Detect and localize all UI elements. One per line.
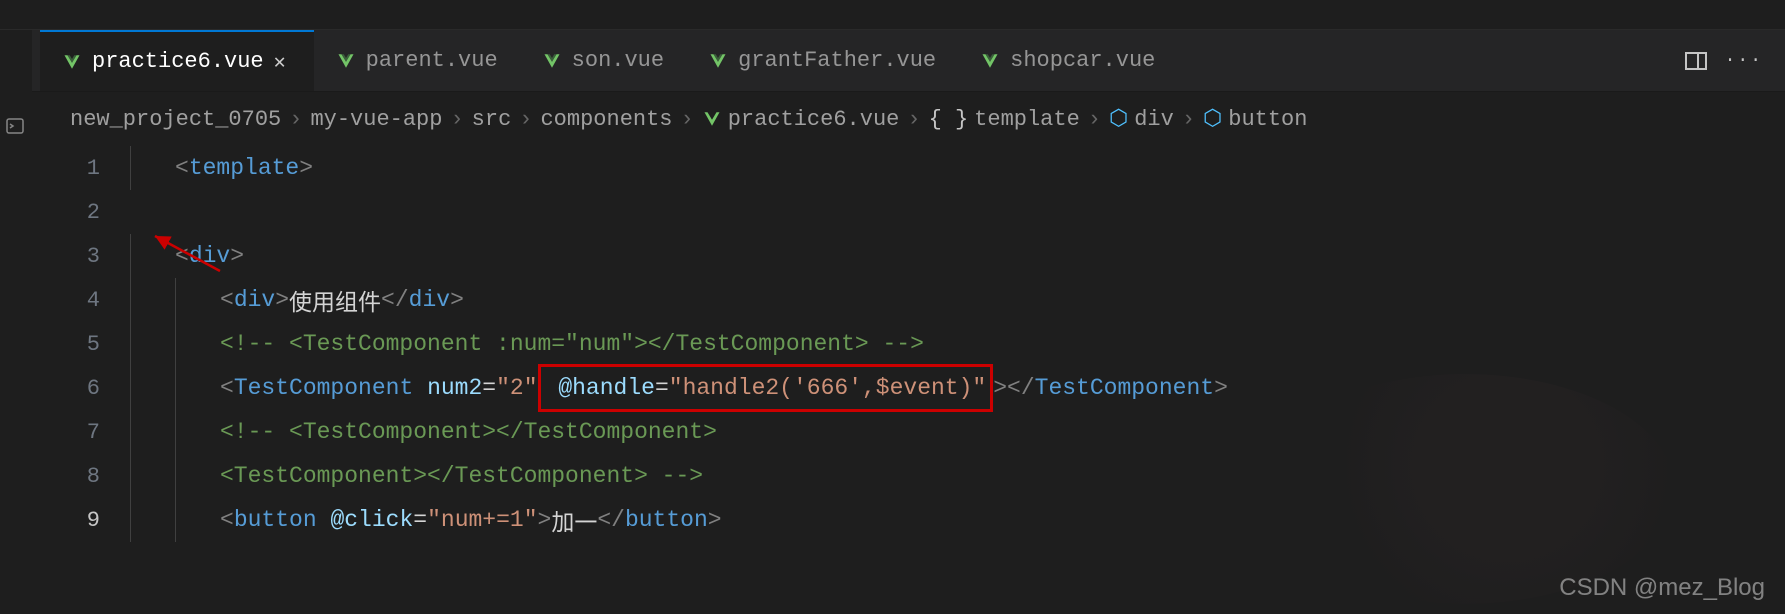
breadcrumb: new_project_0705 › my-vue-app › src › co… bbox=[0, 92, 1785, 146]
tab-label: shopcar.vue bbox=[1010, 48, 1155, 73]
line-number: 3 bbox=[70, 244, 130, 269]
tab-label: grantFather.vue bbox=[738, 48, 936, 73]
vue-icon bbox=[336, 51, 356, 71]
tab-shopcar[interactable]: shopcar.vue bbox=[958, 30, 1177, 91]
breadcrumb-item[interactable]: practice6.vue bbox=[702, 107, 900, 132]
cube-icon: ⬡ bbox=[1109, 106, 1128, 132]
breadcrumb-item[interactable]: ⬡ button bbox=[1203, 106, 1307, 132]
chevron-right-icon: › bbox=[519, 107, 532, 132]
braces-icon: { } bbox=[929, 107, 969, 132]
line-number: 9 bbox=[70, 508, 130, 533]
line-number: 4 bbox=[70, 288, 130, 313]
vue-icon bbox=[702, 109, 722, 129]
chevron-right-icon: › bbox=[450, 107, 463, 132]
vue-icon bbox=[542, 51, 562, 71]
line-number: 8 bbox=[70, 464, 130, 489]
tab-label: son.vue bbox=[572, 48, 664, 73]
watermark: CSDN @mez_Blog bbox=[1559, 574, 1765, 602]
annotation-highlight: @handle="handle2('666',$event)" bbox=[538, 364, 994, 412]
line-number: 1 bbox=[70, 156, 130, 181]
breadcrumb-item[interactable]: src bbox=[472, 107, 512, 132]
tab-practice6[interactable]: practice6.vue ✕ bbox=[40, 30, 314, 91]
tab-grantfather[interactable]: grantFather.vue bbox=[686, 30, 958, 91]
vue-icon bbox=[708, 51, 728, 71]
line-number: 6 bbox=[70, 376, 130, 401]
code-line: 7 <!-- <TestComponent></TestComponent> bbox=[70, 410, 1785, 454]
code-line: 8 <TestComponent></TestComponent> --> bbox=[70, 454, 1785, 498]
code-line: 2 bbox=[70, 190, 1785, 234]
chevron-right-icon: › bbox=[1182, 107, 1195, 132]
code-line: 5 <!-- <TestComponent :num="num"></TestC… bbox=[70, 322, 1785, 366]
chevron-right-icon: › bbox=[681, 107, 694, 132]
split-editor-icon[interactable] bbox=[1685, 52, 1707, 70]
vue-icon bbox=[62, 52, 82, 72]
breadcrumb-item[interactable]: my-vue-app bbox=[310, 107, 442, 132]
tab-label: parent.vue bbox=[366, 48, 498, 73]
breadcrumb-item[interactable]: new_project_0705 bbox=[70, 107, 281, 132]
code-line: 6 <TestComponent num2="2" @handle="handl… bbox=[70, 366, 1785, 410]
cube-icon: ⬡ bbox=[1203, 106, 1222, 132]
breadcrumb-item[interactable]: ⬡ div bbox=[1109, 106, 1174, 132]
chevron-right-icon: › bbox=[1088, 107, 1101, 132]
terminal-icon[interactable] bbox=[6, 118, 24, 141]
vue-icon bbox=[980, 51, 1000, 71]
chevron-right-icon: › bbox=[289, 107, 302, 132]
chevron-right-icon: › bbox=[907, 107, 920, 132]
line-number: 7 bbox=[70, 420, 130, 445]
line-number: 5 bbox=[70, 332, 130, 357]
code-line: 1 <template> bbox=[70, 146, 1785, 190]
breadcrumb-item[interactable]: { } template bbox=[929, 107, 1080, 132]
tab-bar: practice6.vue ✕ parent.vue son.vue grant… bbox=[0, 30, 1785, 92]
more-icon[interactable]: ··· bbox=[1725, 51, 1763, 71]
code-line: 4 <div>使用组件</div> bbox=[70, 278, 1785, 322]
close-icon[interactable]: ✕ bbox=[274, 49, 292, 75]
code-line: 9 <button @click="num+=1">加一</button> bbox=[70, 498, 1785, 542]
code-line: 3 <div> bbox=[70, 234, 1785, 278]
line-number: 2 bbox=[70, 200, 130, 225]
tab-son[interactable]: son.vue bbox=[520, 30, 686, 91]
breadcrumb-item[interactable]: components bbox=[540, 107, 672, 132]
tab-label: practice6.vue bbox=[92, 49, 264, 74]
title-bar-spacer bbox=[0, 0, 1785, 30]
tab-parent[interactable]: parent.vue bbox=[314, 30, 520, 91]
code-editor[interactable]: 1 <template> 2 3 <div> 4 <div>使用组件</div>… bbox=[0, 146, 1785, 542]
